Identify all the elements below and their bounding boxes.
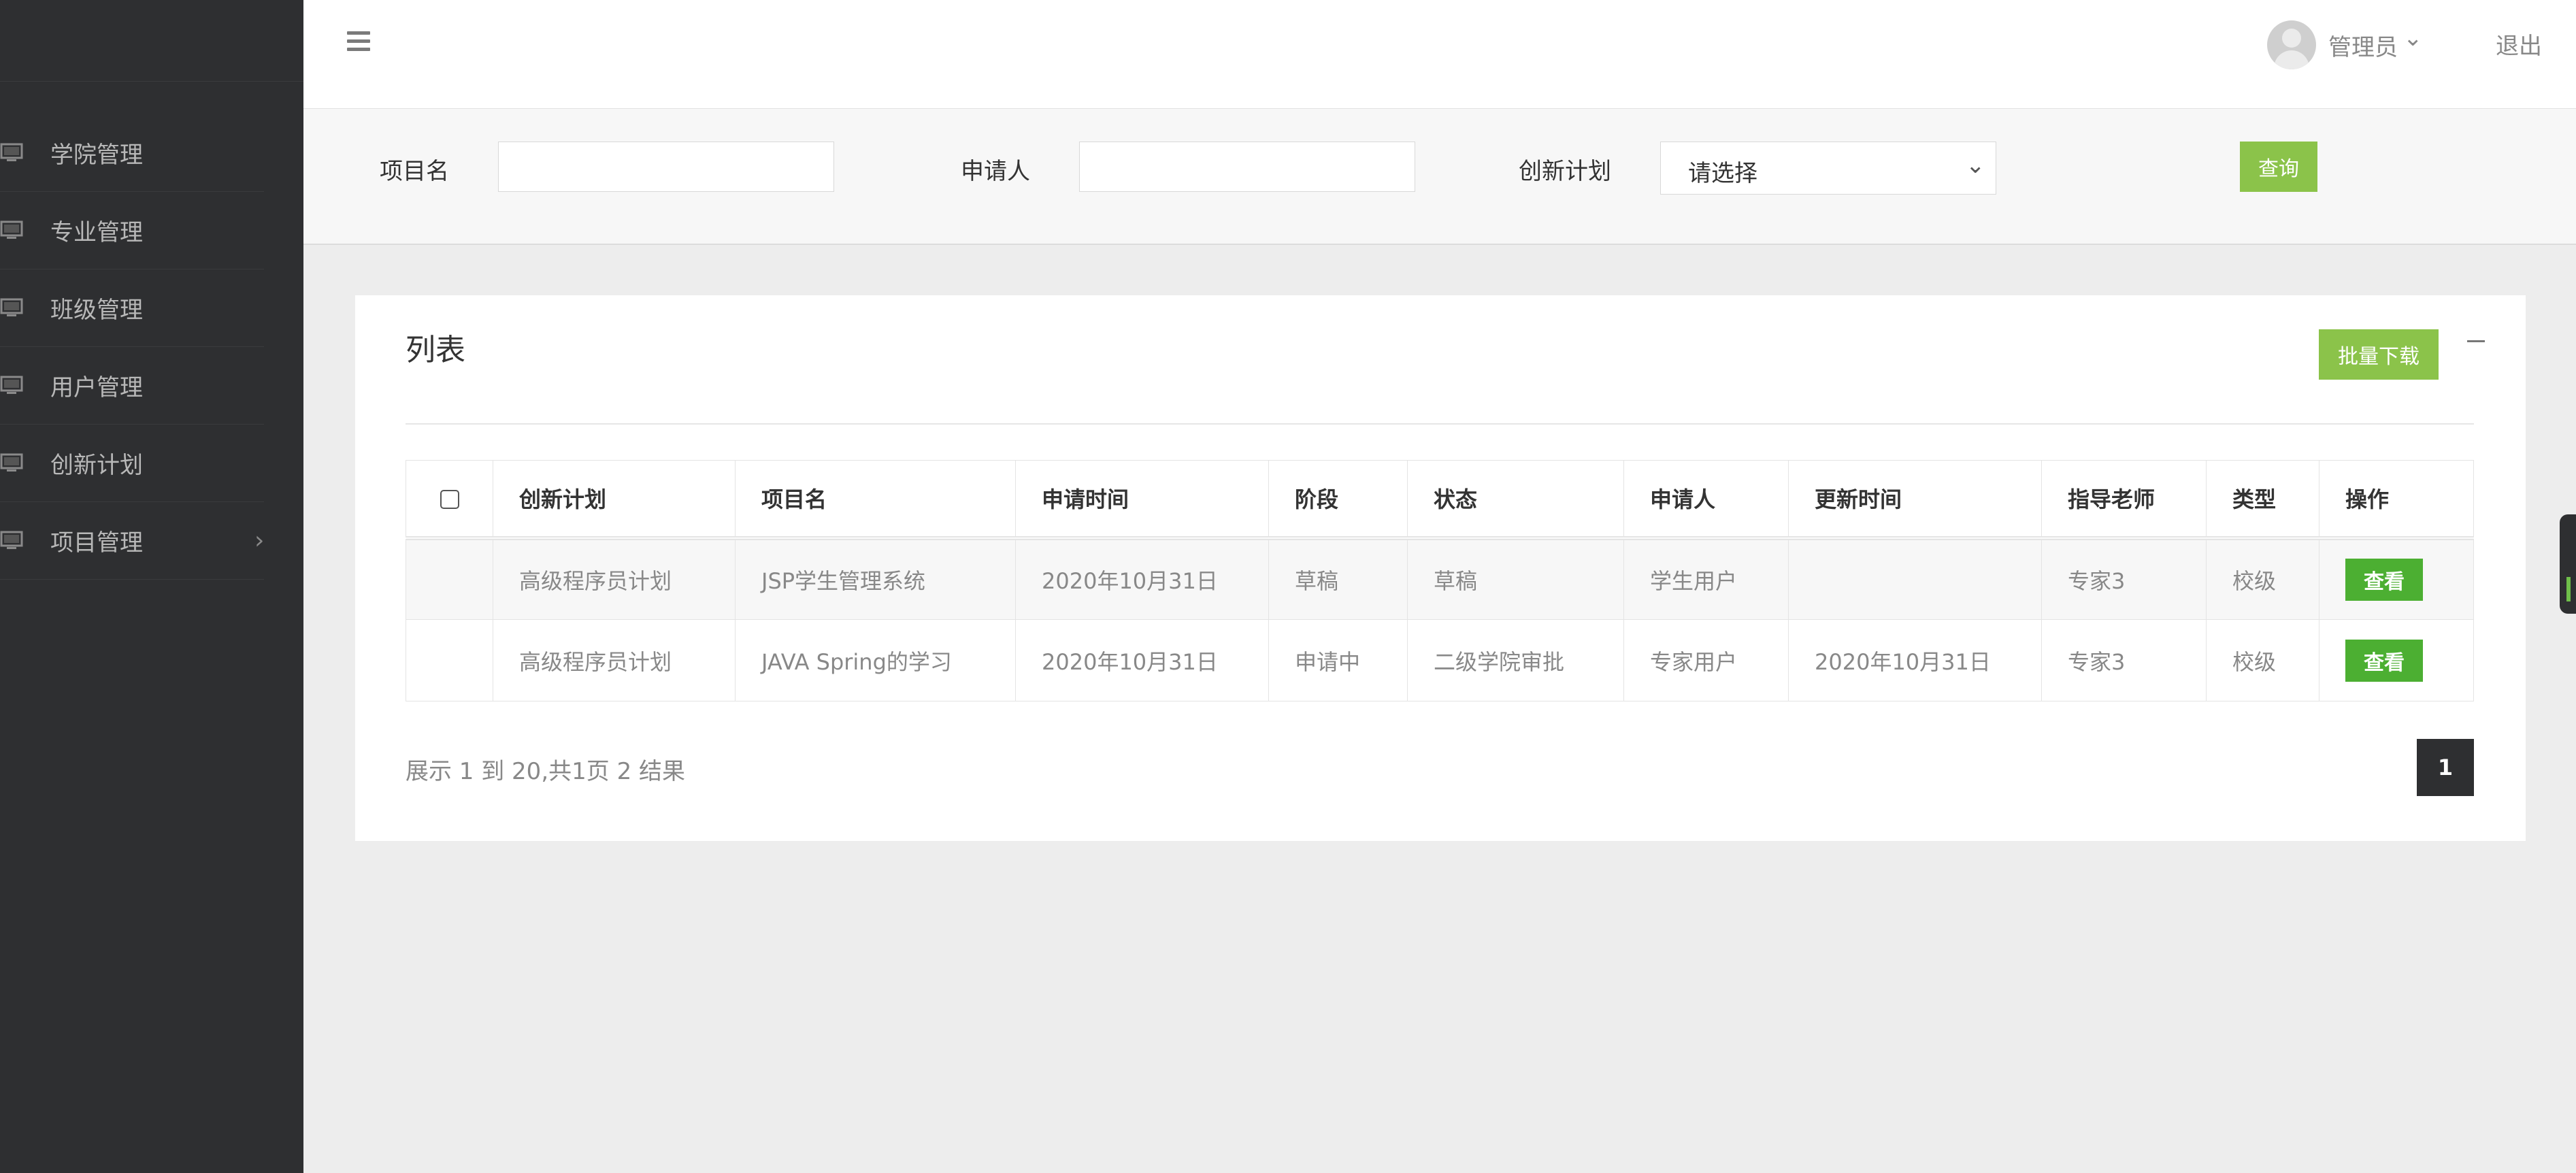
cell-type: 校级 [2206,538,2319,620]
search-bar: 项目名 申请人 创新计划 请选择 ⌄ 查询 [303,109,2576,245]
sidebar-item-college[interactable]: 学院管理 [0,114,264,192]
pagination-summary: 展示 1 到 20,共1页 2 结果 [406,758,686,785]
column-header[interactable]: 类型 [2206,460,2319,540]
column-header[interactable]: 创新计划 [493,460,736,540]
view-button[interactable]: 查看 [2345,639,2423,682]
sidebar-item-class[interactable]: 班级管理 [0,269,264,347]
query-button[interactable]: 查询 [2240,142,2317,192]
sidebar-item-label: 创新计划 [50,452,143,479]
cell-teacher: 专家3 [2041,619,2207,701]
collapse-icon[interactable] [2467,340,2485,342]
sidebar-logo-area [0,0,303,82]
select-all-cell [406,460,493,540]
innovation-plan-label: 创新计划 [1519,158,1611,185]
select-all-checkbox[interactable] [440,490,459,510]
batch-download-button[interactable]: 批量下载 [2319,329,2439,380]
sidebar-item-major[interactable]: 专业管理 [0,192,264,269]
project-name-input[interactable] [498,142,834,192]
table-row: 高级程序员计划 JSP学生管理系统 2020年10月31日 草稿 草稿 学生用户… [406,538,2474,620]
table-header-row: 创新计划 项目名 申请时间 阶段 状态 申请人 更新时间 指导老师 类型 操作 [406,460,2474,540]
project-table: 创新计划 项目名 申请时间 阶段 状态 申请人 更新时间 指导老师 类型 操作 … [406,460,2474,701]
cell-applicant: 学生用户 [1623,538,1789,620]
column-header[interactable]: 指导老师 [2041,460,2207,540]
table-row: 高级程序员计划 JAVA Spring的学习 2020年10月31日 申请中 二… [406,619,2474,701]
chevron-right-icon: › [254,527,265,555]
select-value: 请选择 [1688,160,1757,187]
monitor-icon [0,531,23,549]
logout-link[interactable]: 退出 [2496,27,2542,61]
cell-applicant: 专家用户 [1623,619,1789,701]
monitor-icon [0,453,23,472]
divider [406,423,2474,425]
sidebar-item-label: 项目管理 [50,529,143,557]
cell-action: 查看 [2319,538,2474,620]
column-header[interactable]: 申请人 [1623,460,1789,540]
view-button[interactable]: 查看 [2345,558,2423,601]
project-name-label: 项目名 [380,158,449,185]
top-header: 管理员 ⌄ 退出 [303,0,2576,109]
list-panel: 列表 批量下载 创新计划 项目名 申请时间 阶段 状态 申请人 更新时间 指导老… [355,295,2526,841]
applicant-label: 申请人 [961,158,1030,185]
sidebar-item-label: 班级管理 [50,297,143,324]
column-header[interactable]: 申请时间 [1015,460,1269,540]
cell-stage: 草稿 [1268,538,1408,620]
column-header: 操作 [2319,460,2474,540]
floating-side-widget[interactable] [2560,514,2576,614]
cell-apply-time: 2020年10月31日 [1015,538,1269,620]
chevron-down-icon[interactable]: ⌄ [2403,24,2423,52]
cell-status: 二级学院审批 [1407,619,1624,701]
sidebar-item-project[interactable]: 项目管理 › [0,502,264,580]
cell-action: 查看 [2319,619,2474,701]
column-header[interactable]: 项目名 [735,460,1016,540]
cell-type: 校级 [2206,619,2319,701]
monitor-icon [0,376,23,394]
row-checkbox-cell [406,538,493,620]
sidebar-item-label: 学院管理 [50,142,143,169]
sidebar: 学院管理 专业管理 班级管理 用户管理 创新计划 项目管理 › [0,0,303,1173]
monitor-icon [0,220,23,239]
cell-plan: 高级程序员计划 [493,619,736,701]
column-header[interactable]: 阶段 [1268,460,1408,540]
panel-title: 列表 [406,333,465,367]
cell-stage: 申请中 [1268,619,1408,701]
cell-plan: 高级程序员计划 [493,538,736,620]
user-menu[interactable]: 管理员 [2328,29,2398,62]
hamburger-icon[interactable] [347,31,370,54]
column-header[interactable]: 状态 [1407,460,1624,540]
sidebar-item-innovation-plan[interactable]: 创新计划 [0,425,264,502]
cell-update-time [1788,538,2042,620]
innovation-plan-select[interactable]: 请选择 ⌄ [1660,142,1996,195]
sidebar-item-label: 用户管理 [50,374,143,401]
sidebar-item-label: 专业管理 [50,219,143,246]
monitor-icon [0,298,23,316]
column-header[interactable]: 更新时间 [1788,460,2042,540]
sidebar-item-user[interactable]: 用户管理 [0,347,264,425]
cell-project: JSP学生管理系统 [735,538,1016,620]
row-checkbox-cell [406,619,493,701]
cell-project: JAVA Spring的学习 [735,619,1016,701]
page-button-1[interactable]: 1 [2417,739,2474,796]
applicant-input[interactable] [1079,142,1415,192]
cell-update-time: 2020年10月31日 [1788,619,2042,701]
cell-status: 草稿 [1407,538,1624,620]
monitor-icon [0,143,23,161]
cell-apply-time: 2020年10月31日 [1015,619,1269,701]
chevron-down-icon: ⌄ [1966,152,1985,179]
avatar[interactable] [2267,20,2316,69]
cell-teacher: 专家3 [2041,538,2207,620]
